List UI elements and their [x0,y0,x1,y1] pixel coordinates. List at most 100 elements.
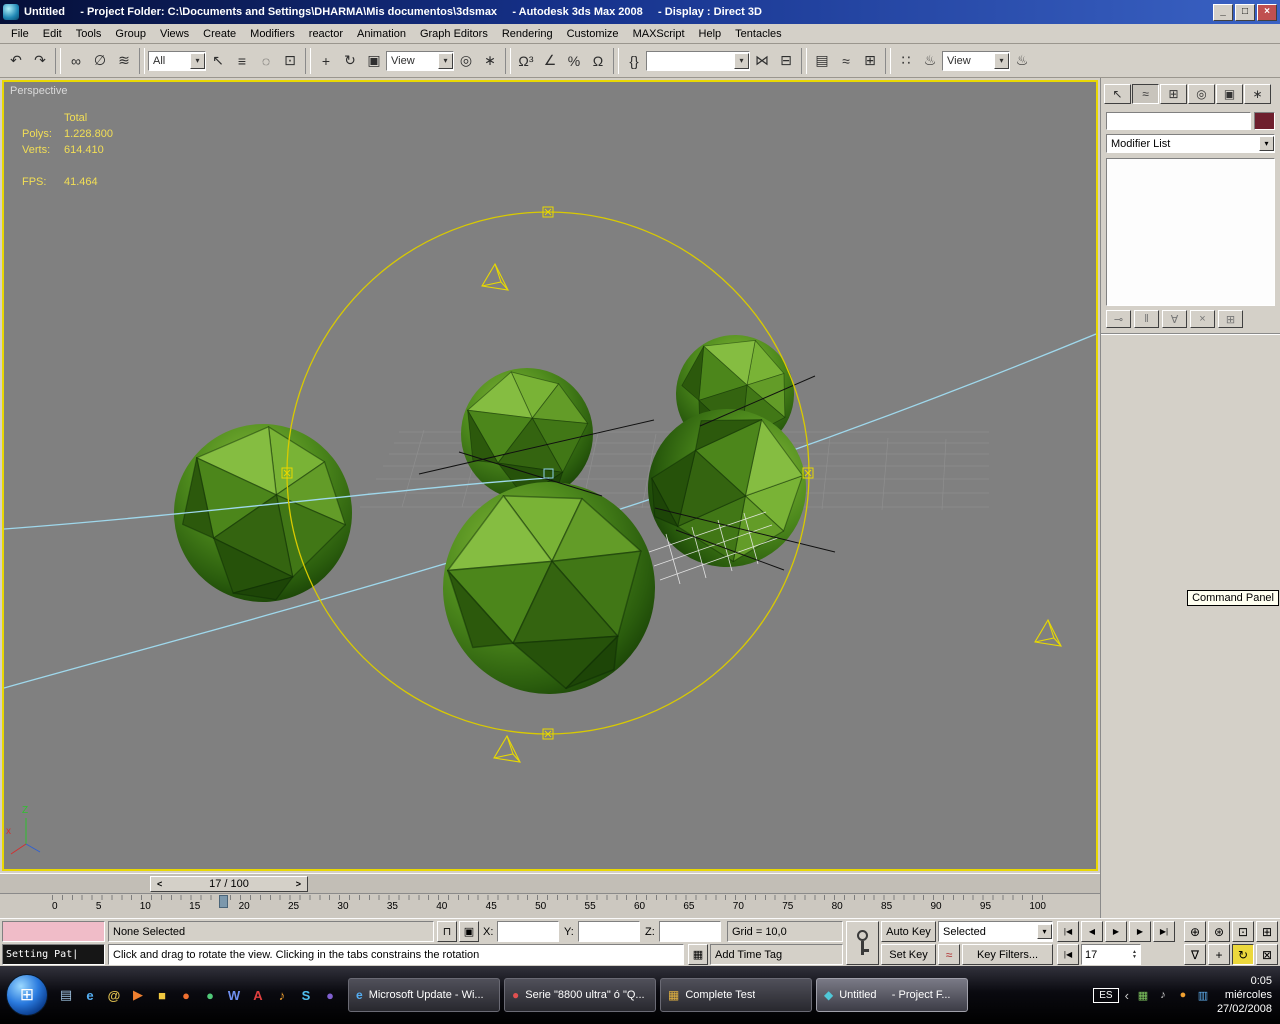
modifier-list-dropdown[interactable]: Modifier List ▾ [1106,134,1275,153]
schematic-view-icon[interactable]: ⊞ [858,48,882,74]
object-color-swatch[interactable] [1254,112,1275,130]
current-frame-field[interactable]: 17 ▲ ▼ [1081,944,1141,965]
pin-stack-icon[interactable]: ⊸ [1106,310,1131,328]
folder-icon[interactable]: ■ [152,985,172,1005]
select-and-scale-icon[interactable]: ▣ [362,48,386,74]
selection-lock-icon[interactable]: ⊓ [437,921,457,942]
render-preset-dropdown[interactable]: View ▾ [942,50,1010,71]
task-complete-test[interactable]: ▦ Complete Test [660,978,812,1012]
spinner-snap-icon[interactable]: Ω [586,48,610,74]
volume-icon[interactable]: ♪ [1155,987,1171,1003]
chevron-down-icon[interactable]: ▾ [1259,136,1274,151]
named-selection-dropdown[interactable]: ▾ [646,50,750,71]
auto-key-button[interactable]: Auto Key [881,921,936,942]
make-unique-icon[interactable]: ∀ [1162,310,1187,328]
tab-hierarchy-icon[interactable]: ⊞ [1160,84,1187,104]
selection-filter-dropdown[interactable]: All ▾ [148,50,206,71]
remove-modifier-icon[interactable]: × [1190,310,1215,328]
media-player-icon[interactable]: ▶ [128,985,148,1005]
angle-snap-icon[interactable]: ∠ [538,48,562,74]
viewport-label[interactable]: Perspective [10,85,67,97]
min-max-toggle-button[interactable]: ⊠ [1256,944,1278,965]
menu-group[interactable]: Group [108,26,153,42]
track-bar[interactable]: 0 5 10 15 20 25 30 35 40 45 50 55 60 65 70 75 80 85 90 95 10… [0,893,1100,918]
minimize-button[interactable]: _ [1213,3,1233,21]
set-keys-button[interactable] [846,921,879,965]
menu-edit[interactable]: Edit [36,26,69,42]
redo-icon[interactable]: ↷ [28,48,52,74]
browser-icon[interactable]: ● [320,985,340,1005]
modifier-stack-list[interactable] [1106,158,1275,306]
toolbar-separator[interactable] [801,47,807,74]
material-editor-icon[interactable]: ∷ [894,48,918,74]
task-microsoft-update[interactable]: e Microsoft Update - Wi... [348,978,500,1012]
menu-modifiers[interactable]: Modifiers [243,26,302,42]
next-frame-arrow[interactable]: > [293,879,304,889]
reference-coordinate-dropdown[interactable]: View ▾ [386,50,454,71]
play-button[interactable]: ▶ [1105,921,1127,942]
menu-animation[interactable]: Animation [350,26,413,42]
menu-maxscript[interactable]: MAXScript [626,26,692,42]
tab-utilities-icon[interactable]: ∗ [1244,84,1271,104]
menu-tentacles[interactable]: Tentacles [728,26,788,42]
menu-reactor[interactable]: reactor [302,26,350,42]
menu-customize[interactable]: Customize [560,26,626,42]
macro-recorder-field[interactable] [2,921,105,942]
key-filters-button[interactable]: Key Filters... [962,944,1053,965]
selection-region-icon[interactable]: ◌ [254,48,278,74]
align-icon[interactable]: ⊟ [774,48,798,74]
curve-editor-icon[interactable]: ≈ [834,48,858,74]
email-icon[interactable]: @ [104,985,124,1005]
network-icon[interactable]: ▥ [1195,987,1211,1003]
key-mode-toggle[interactable]: |◀ [1057,944,1079,965]
tab-motion-icon[interactable]: ◎ [1188,84,1215,104]
update-icon[interactable]: ● [1175,987,1191,1003]
time-slider-handle[interactable]: < 17 / 100 > [150,876,308,892]
menu-create[interactable]: Create [196,26,243,42]
time-slider-track[interactable]: < 17 / 100 > [0,873,1100,893]
viewport-scene[interactable]: Z x [4,82,1096,869]
go-to-end-button[interactable]: ▶| [1153,921,1175,942]
select-and-link-icon[interactable]: ∞ [64,48,88,74]
start-button[interactable]: ⊞ [6,974,48,1016]
zoom-extents-all-button[interactable]: ⊞ [1256,921,1278,942]
unlink-selection-icon[interactable]: ∅ [88,48,112,74]
perspective-viewport[interactable]: Z x Perspective Total Polys: 1.228.800 Ve… [2,80,1098,871]
percent-snap-icon[interactable]: % [562,48,586,74]
menu-views[interactable]: Views [153,26,196,42]
tab-display-icon[interactable]: ▣ [1216,84,1243,104]
restore-button[interactable]: □ [1235,3,1255,21]
tab-modify-icon[interactable]: ≈ [1132,84,1159,104]
menu-file[interactable]: File [4,26,36,42]
layer-manager-icon[interactable]: ▤ [810,48,834,74]
display-settings-icon[interactable]: ▦ [1135,987,1151,1003]
menu-help[interactable]: Help [692,26,729,42]
firefox-icon[interactable]: ● [176,985,196,1005]
use-pivot-center-icon[interactable]: ◎ [454,48,478,74]
go-to-start-button[interactable]: |◀ [1057,921,1079,942]
undo-icon[interactable]: ↶ [4,48,28,74]
toolbar-separator[interactable] [139,47,145,74]
chevron-left-icon[interactable]: ‹ [1125,988,1129,1003]
language-indicator[interactable]: ES [1093,987,1119,1003]
previous-frame-button[interactable]: ◀ [1081,921,1103,942]
spinner-arrows[interactable]: ▲ ▼ [1132,949,1137,960]
show-end-result-icon[interactable]: ‖ [1134,310,1159,328]
chevron-down-icon[interactable]: ▾ [1037,924,1052,939]
tab-create-icon[interactable]: ↖ [1104,84,1131,104]
x-coordinate-field[interactable] [497,921,559,942]
named-selection-sets-icon[interactable]: {} [622,48,646,74]
toolbar-separator[interactable] [55,47,61,74]
selection-set-dropdown[interactable]: Selected ▾ [938,921,1053,942]
snap-toggle-3d-icon[interactable]: Ω³ [514,48,538,74]
select-object-icon[interactable]: ↖ [206,48,230,74]
music-icon[interactable]: ♪ [272,985,292,1005]
communicator-icon[interactable]: ▦ [688,944,708,965]
menu-graph-editors[interactable]: Graph Editors [413,26,495,42]
toolbar-separator[interactable] [613,47,619,74]
internet-explorer-icon[interactable]: e [80,985,100,1005]
task-untitled-project[interactable]: ◆ Untitled - Project F... [816,978,968,1012]
configure-modifier-sets-icon[interactable]: ⊞ [1218,310,1243,328]
select-and-move-icon[interactable]: + [314,48,338,74]
close-button[interactable]: × [1257,3,1277,21]
